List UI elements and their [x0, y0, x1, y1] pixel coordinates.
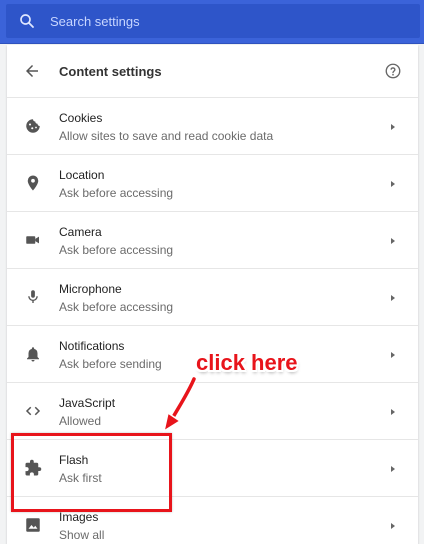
- setting-row-microphone[interactable]: Microphone Ask before accessing: [7, 268, 418, 325]
- chevron-right-icon: [389, 120, 397, 132]
- setting-description: Show all: [59, 528, 105, 542]
- setting-description: Ask before accessing: [59, 300, 174, 314]
- setting-row-camera[interactable]: Camera Ask before accessing: [7, 211, 418, 268]
- chevron-right-icon: [389, 405, 397, 417]
- setting-label: Notifications: [59, 339, 125, 353]
- top-bar: [0, 0, 424, 44]
- chevron-right-icon: [389, 177, 397, 189]
- cookie-icon: [24, 117, 42, 135]
- setting-description: Ask before accessing: [59, 243, 174, 257]
- setting-row-cookies[interactable]: Cookies Allow sites to save and read coo…: [7, 97, 418, 154]
- page-title: Content settings: [59, 64, 162, 79]
- arrow-back-icon[interactable]: [23, 62, 41, 80]
- search-icon: [18, 12, 36, 30]
- chevron-right-icon: [389, 291, 397, 303]
- content-settings-header: Content settings: [7, 45, 418, 97]
- setting-label: Images: [59, 510, 99, 524]
- chevron-right-icon: [389, 348, 397, 360]
- chevron-right-icon: [389, 519, 397, 531]
- code-icon: [24, 402, 42, 420]
- setting-row-javascript[interactable]: JavaScript Allowed: [7, 382, 418, 439]
- click-here-annotation: click here: [196, 350, 298, 375]
- location-pin-icon: [24, 174, 42, 192]
- setting-description: Ask before sending: [59, 357, 162, 371]
- setting-description: Allowed: [59, 414, 102, 428]
- setting-label: Location: [59, 168, 105, 182]
- bell-icon: [24, 345, 42, 363]
- setting-label: Camera: [59, 225, 102, 239]
- search-input[interactable]: [50, 13, 390, 29]
- search-bar[interactable]: [6, 4, 420, 38]
- camera-icon: [24, 231, 42, 249]
- microphone-icon: [24, 288, 42, 306]
- setting-label: Cookies: [59, 111, 103, 125]
- help-icon[interactable]: [384, 62, 402, 80]
- setting-description: Allow sites to save and read cookie data: [59, 129, 274, 143]
- setting-label: JavaScript: [59, 396, 116, 410]
- setting-description: Ask before accessing: [59, 186, 174, 200]
- setting-row-location[interactable]: Location Ask before accessing: [7, 154, 418, 211]
- image-icon: [24, 516, 42, 534]
- chevron-right-icon: [389, 462, 397, 474]
- annotation-arrow-icon: [162, 376, 197, 433]
- setting-label: Microphone: [59, 282, 122, 296]
- flash-highlight-box: [11, 433, 172, 512]
- chevron-right-icon: [389, 234, 397, 246]
